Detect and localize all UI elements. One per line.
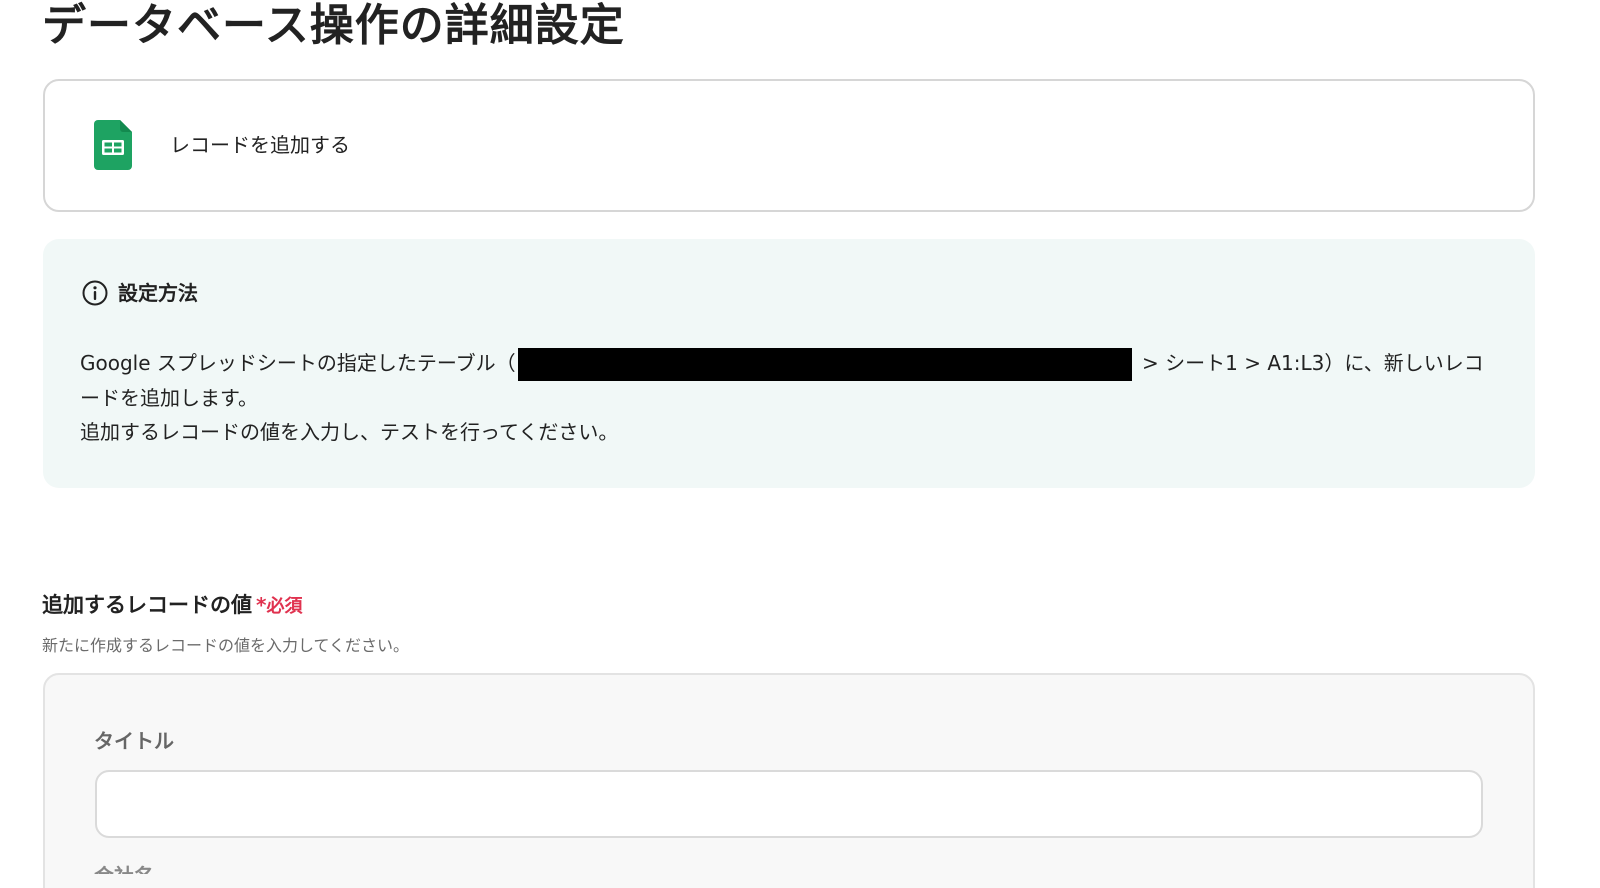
info-icon — [82, 280, 108, 306]
next-field-label-text: 会社名 — [94, 862, 164, 874]
title-field-label: タイトル — [94, 729, 174, 753]
title-input[interactable] — [95, 770, 1483, 838]
record-values-description: 新たに作成するレコードの値を入力してください。 — [42, 636, 410, 655]
instructions-heading: 設定方法 — [118, 281, 198, 305]
page: データベース操作の詳細設定 レコードを追加する 設定方法 Google スプレッ… — [0, 0, 1600, 888]
next-field-label: 会社名 — [94, 862, 164, 874]
page-title: データベース操作の詳細設定 — [42, 0, 625, 51]
instructions-line-1: Google スプレッドシートの指定したテーブル（ > シート1 > A1:L3… — [80, 346, 1490, 381]
instructions-line-2: ードを追加します。 — [80, 386, 258, 410]
instructions-text: Google スプレッドシートの指定したテーブル（ > シート1 > A1:L3… — [80, 346, 1490, 449]
instructions-line-1-prefix: Google スプレッドシートの指定したテーブル（ — [80, 351, 516, 375]
instructions-line-3: 追加するレコードの値を入力し、テストを行ってください。 — [80, 420, 619, 444]
google-sheets-icon — [94, 120, 132, 170]
record-values-label-text: 追加するレコードの値 — [42, 593, 252, 617]
record-values-label: 追加するレコードの値 *必須 — [42, 590, 302, 622]
instructions-line-1-suffix: > シート1 > A1:L3）に、新しいレコ — [1135, 351, 1484, 375]
required-badge: 必須 — [266, 596, 303, 617]
redacted-block — [517, 348, 1132, 381]
required-asterisk: * — [256, 593, 267, 617]
action-label: レコードを追加する — [170, 133, 350, 157]
